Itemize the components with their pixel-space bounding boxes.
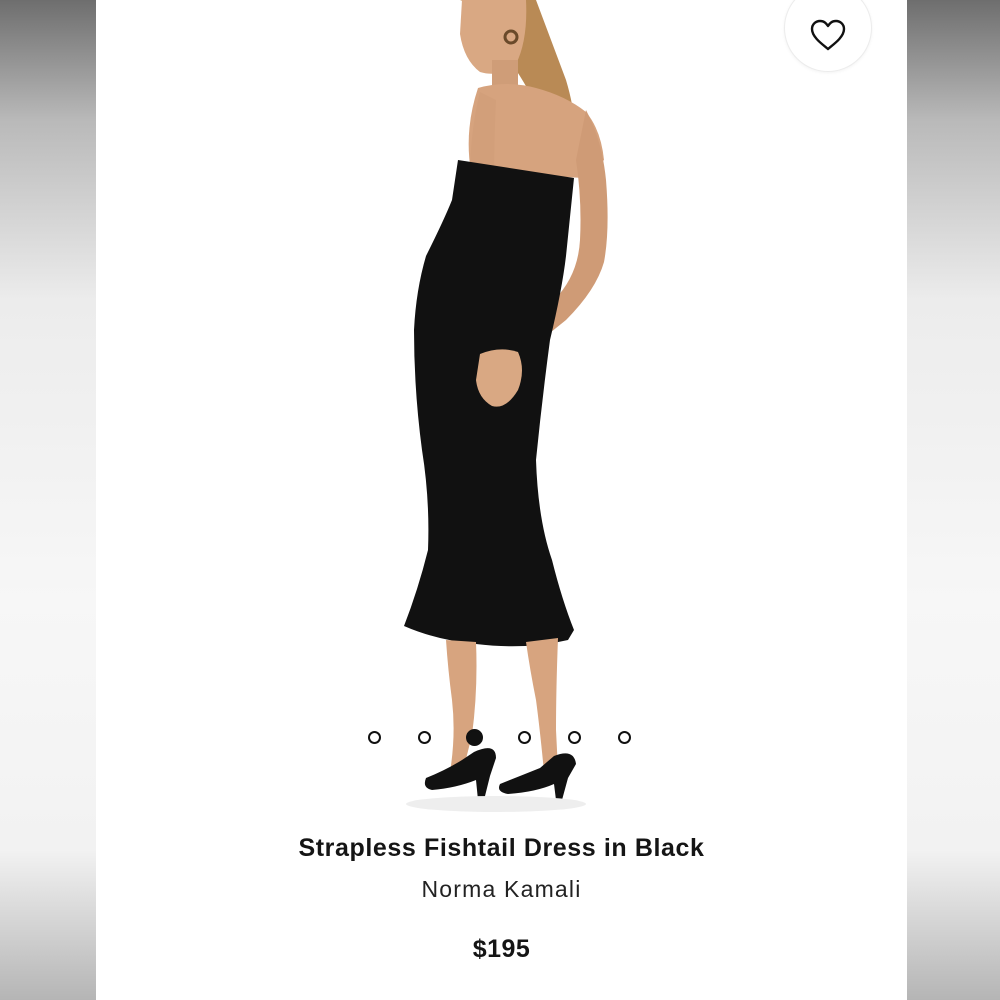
carousel-dot-2[interactable] <box>418 731 431 744</box>
right-backdrop <box>907 0 1000 1000</box>
product-brand[interactable]: Norma Kamali <box>96 876 907 903</box>
carousel-dot-5[interactable] <box>568 731 581 744</box>
carousel-indicators <box>96 729 907 750</box>
carousel-dot-1[interactable] <box>368 731 381 744</box>
heart-outline-icon <box>810 19 846 51</box>
product-photo[interactable] <box>96 0 907 820</box>
product-price: $195 <box>472 935 531 963</box>
product-title[interactable]: Strapless Fishtail Dress in Black <box>96 834 907 863</box>
carousel-dot-6[interactable] <box>618 731 631 744</box>
carousel-dot-4[interactable] <box>518 731 531 744</box>
left-backdrop <box>0 0 96 1000</box>
carousel-dot-3-active[interactable] <box>466 729 483 746</box>
product-card: Strapless Fishtail Dress in Black Norma … <box>96 0 907 1000</box>
